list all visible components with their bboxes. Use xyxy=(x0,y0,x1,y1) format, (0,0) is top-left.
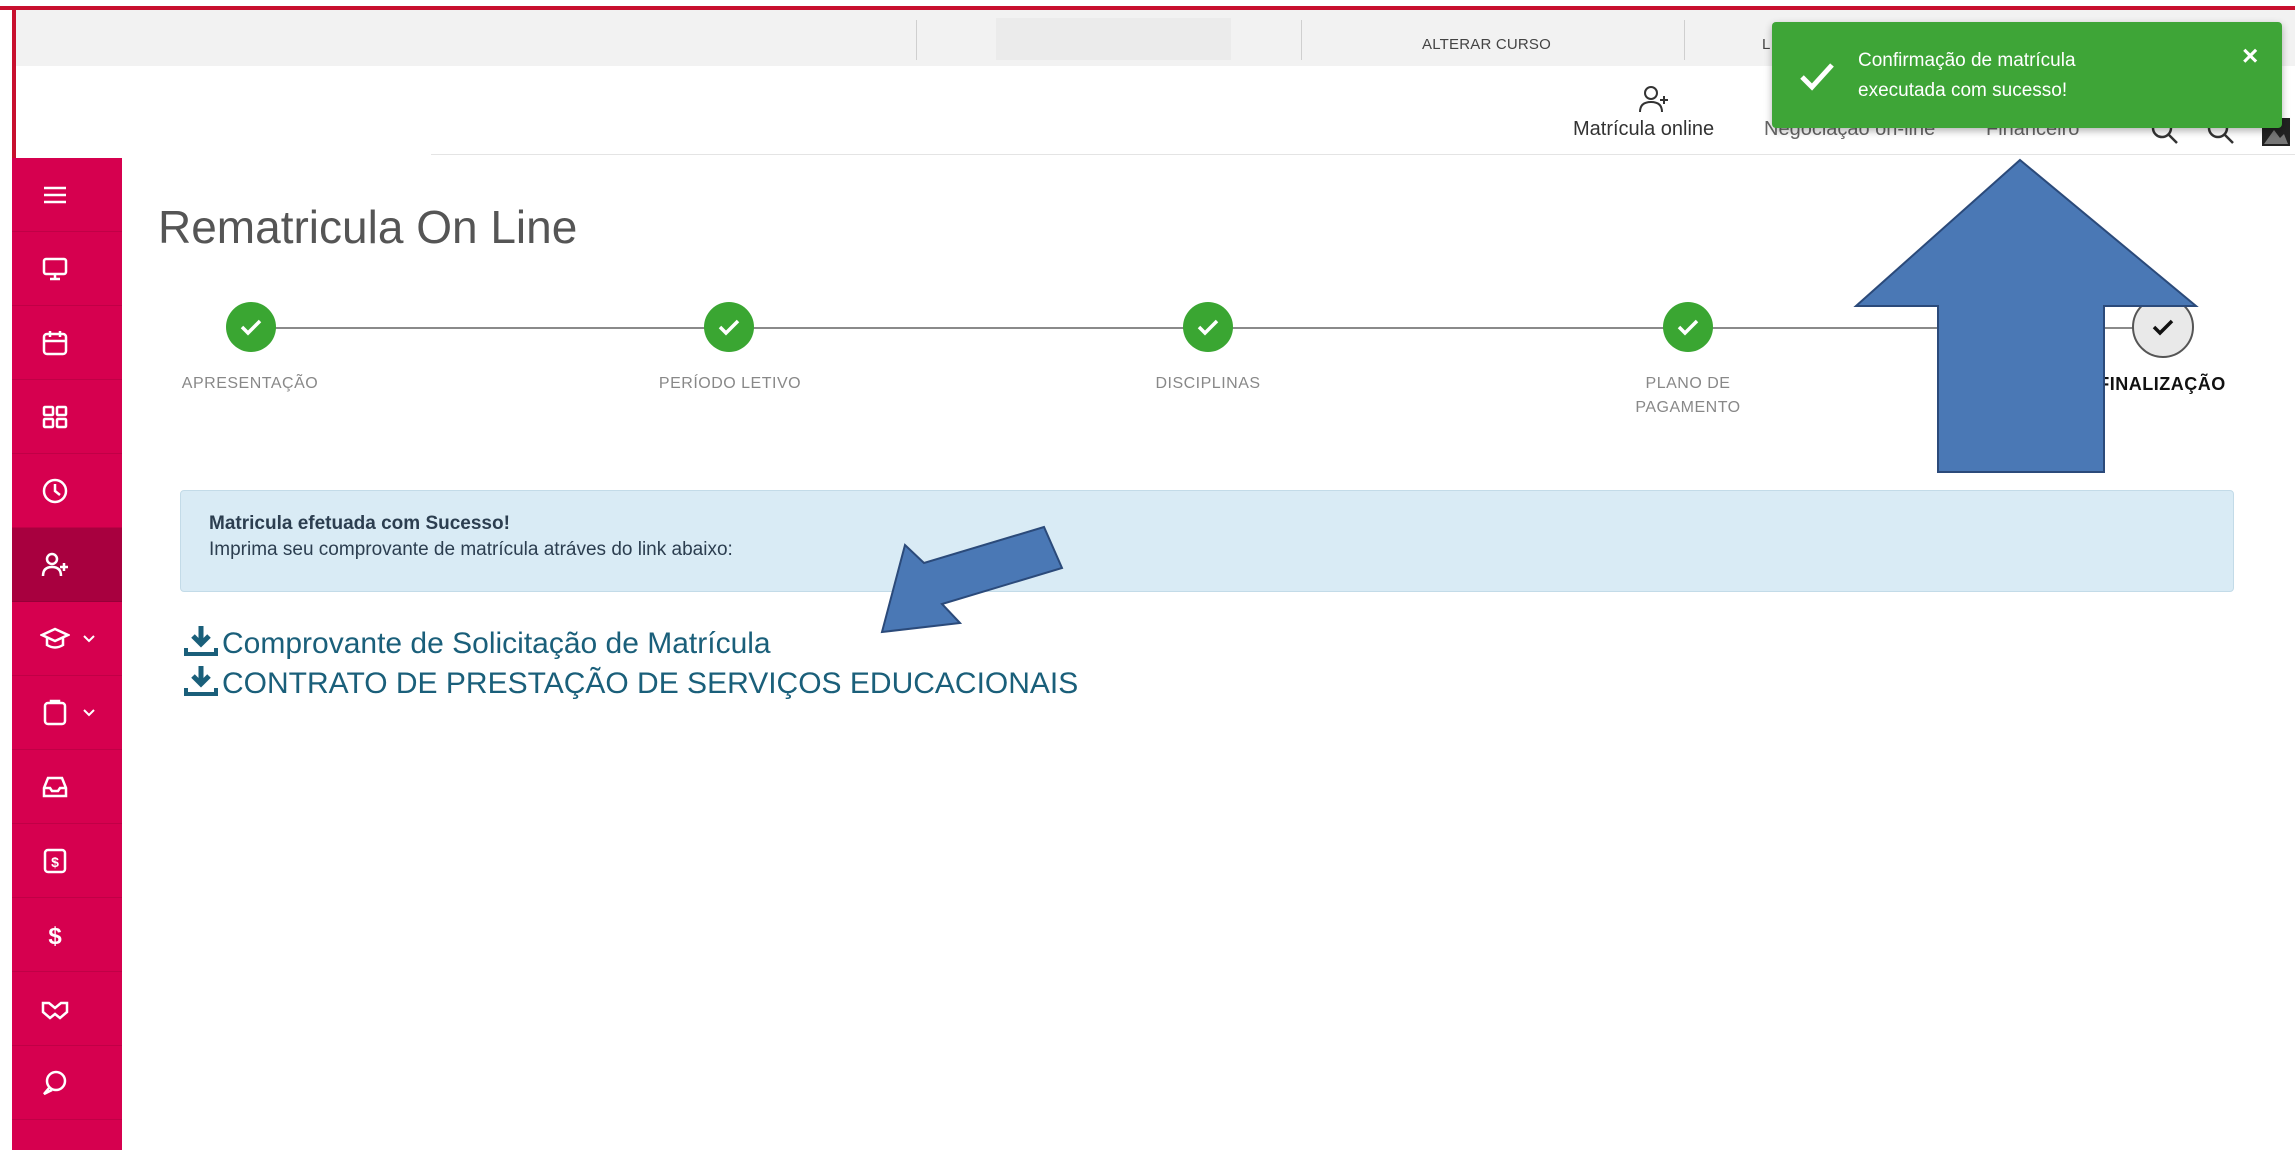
menu-icon xyxy=(44,186,66,203)
topbar-separator xyxy=(1301,20,1302,60)
handshake-icon xyxy=(41,1001,69,1020)
check-icon xyxy=(1197,319,1219,336)
comprovante-download-link[interactable]: Comprovante de Solicitação de Matrícula xyxy=(184,624,771,664)
sidebar-item-menu[interactable] xyxy=(12,158,122,232)
sidebar-item-rematricula[interactable] xyxy=(12,528,122,602)
download-icon xyxy=(184,664,218,704)
download-icon xyxy=(184,624,218,664)
sidebar: $ $ xyxy=(12,158,122,1150)
invoice-icon: $ xyxy=(43,848,67,873)
comprovante-label: Comprovante de Solicitação de Matrícula xyxy=(222,627,771,660)
clock-icon xyxy=(42,478,68,503)
calendar-icon xyxy=(42,330,68,355)
chevron-down-icon xyxy=(83,634,95,642)
inbox-icon xyxy=(42,776,68,797)
sidebar-item-invoice[interactable]: $ xyxy=(12,824,122,898)
step-label-finalizacao: FINALIZAÇÃO xyxy=(2098,374,2226,394)
topbar-truncated-link[interactable]: L xyxy=(1762,36,1771,53)
step-circle-disciplinas[interactable] xyxy=(1183,302,1233,352)
toast-message: Confirmação de matrícula executada com s… xyxy=(1858,46,2188,106)
sidebar-item-clock[interactable] xyxy=(12,454,122,528)
close-icon[interactable]: × xyxy=(2242,40,2258,72)
step-circle-apresentacao[interactable] xyxy=(226,302,276,352)
contrato-label: CONTRATO DE PRESTAÇÃO DE SERVIÇOS EDUCAC… xyxy=(222,667,1079,700)
check-icon xyxy=(240,319,262,336)
step-label-apresentacao: APRESENTAÇÃO xyxy=(181,375,319,392)
user-add-icon xyxy=(41,552,68,576)
alterar-curso-link[interactable]: ALTERAR CURSO xyxy=(1422,36,1551,53)
sidebar-item-grid[interactable] xyxy=(12,380,122,454)
check-icon xyxy=(2152,319,2174,336)
sidebar-item-calendar[interactable] xyxy=(12,306,122,380)
contrato-download-link[interactable]: CONTRATO DE PRESTAÇÃO DE SERVIÇOS EDUCAC… xyxy=(184,664,1078,704)
success-alert: Matricula efetuada com Sucesso! Imprima … xyxy=(180,490,2234,592)
svg-text:$: $ xyxy=(51,854,59,870)
toast-line: executada com sucesso! xyxy=(1858,80,2068,101)
sidebar-item-academic[interactable] xyxy=(12,602,122,676)
chevron-down-icon xyxy=(83,708,95,716)
svg-text:$: $ xyxy=(48,923,62,950)
topbar-separator xyxy=(1684,20,1685,60)
sidebar-item-inbox[interactable] xyxy=(12,750,122,824)
topbar-separator xyxy=(916,20,917,60)
step-label-periodo-letivo: PERÍODO LETIVO xyxy=(658,375,802,392)
sidebar-item-monitor[interactable] xyxy=(12,232,122,306)
check-icon xyxy=(1677,319,1699,336)
step-label-line: PLANO DE xyxy=(1645,375,1731,392)
clipboard-icon xyxy=(43,699,67,725)
dollar-icon: $ xyxy=(48,923,62,950)
sidebar-item-clipboard[interactable] xyxy=(12,676,122,750)
user-add-icon xyxy=(1638,84,1672,121)
step-circle-finalizacao[interactable] xyxy=(2132,296,2194,358)
alert-title: Matricula efetuada com Sucesso! xyxy=(209,513,510,534)
success-toast: Confirmação de matrícula executada com s… xyxy=(1772,22,2282,128)
topbar-blank-field xyxy=(996,18,1231,60)
chat-icon xyxy=(43,1070,67,1095)
page-title: Rematricula On Line xyxy=(158,201,578,253)
header-frame-top xyxy=(0,6,2295,10)
check-icon xyxy=(718,319,740,336)
step-circle-periodo-letivo[interactable] xyxy=(704,302,754,352)
step-circle-plano-pagamento[interactable] xyxy=(1663,302,1713,352)
monitor-icon xyxy=(42,257,68,280)
graduation-cap-icon xyxy=(40,627,70,649)
step-label-disciplinas: DISCIPLINAS xyxy=(1155,375,1261,392)
alert-text: Imprima seu comprovante de matrícula atr… xyxy=(209,539,733,560)
grid-icon xyxy=(42,405,68,428)
sidebar-item-chat[interactable] xyxy=(12,1046,122,1120)
check-icon xyxy=(1798,60,1836,97)
sidebar-item-financial[interactable]: $ xyxy=(12,898,122,972)
toast-line: Confirmação de matrícula xyxy=(1858,50,2076,71)
sidebar-item-agreement[interactable] xyxy=(12,972,122,1046)
step-label-line: PAGAMENTO xyxy=(1635,399,1741,416)
header-divider xyxy=(431,154,2295,155)
step-label-plano-pagamento: PLANO DE PAGAMENTO xyxy=(1598,372,1778,420)
nav-matricula-online[interactable]: Matrícula online xyxy=(1573,118,1714,141)
